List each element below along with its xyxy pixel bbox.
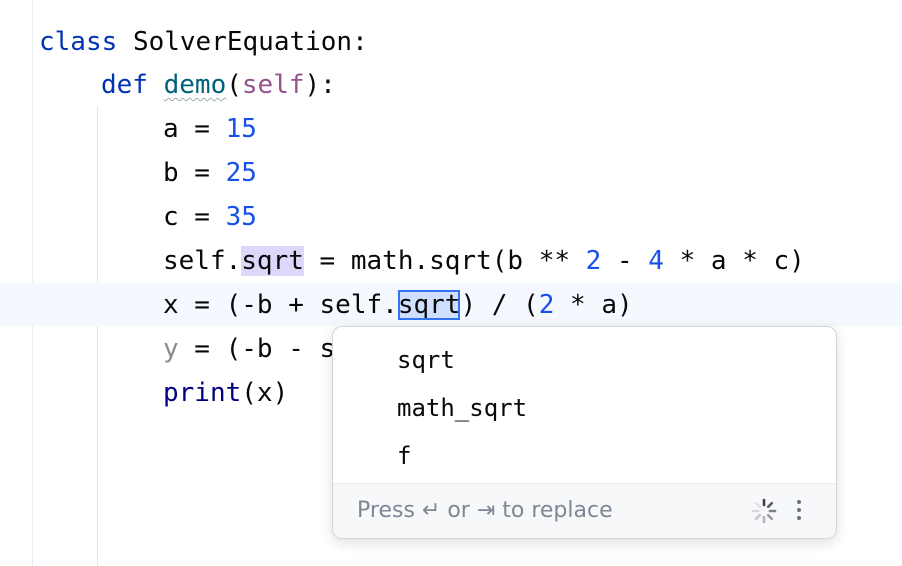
code-line-4[interactable]: b = 25 (163, 158, 257, 188)
operator: = (178, 202, 226, 232)
code-text: x = (-b + self. (163, 290, 398, 320)
keyword: def (101, 70, 148, 100)
operator: = (178, 158, 226, 188)
class-name: SolverEquation (132, 27, 353, 57)
variable: c (163, 202, 179, 232)
paren-close: ): (304, 70, 336, 100)
popup-footer: Press ↵ or ⇥ to replace (333, 483, 836, 538)
code-line-3[interactable]: a = 15 (163, 114, 257, 144)
rename-suggestions-popup: sqrt math_sqrt f Press ↵ or ⇥ to replace (332, 326, 837, 539)
code-text: self. (163, 246, 242, 276)
number: 2 (585, 246, 602, 276)
code-text: * a * c) (663, 246, 805, 276)
unused-variable: y (163, 334, 179, 364)
code-text: (x) (241, 378, 289, 408)
loading-spinner-icon (751, 498, 777, 524)
suggestion-item[interactable]: sqrt (397, 340, 455, 380)
variable: a (163, 114, 179, 144)
code-text: - (601, 246, 649, 276)
code-line-5[interactable]: c = 35 (163, 202, 257, 232)
suggestion-item[interactable]: math_sqrt (397, 388, 527, 428)
code-line-9[interactable]: print(x) (163, 378, 288, 408)
variable: b (163, 158, 179, 188)
operator: = (178, 114, 226, 144)
colon: : (352, 27, 368, 57)
code-line-2[interactable]: def demo(self): (101, 70, 336, 100)
builtin-function: print (163, 378, 242, 408)
replace-hint: Press ↵ or ⇥ to replace (357, 498, 613, 523)
code-line-6[interactable]: self.sqrt = math.sqrt(b ** 2 - 4 * a * c… (163, 246, 805, 276)
vertical-dots-icon[interactable] (792, 496, 806, 526)
number: 35 (225, 202, 257, 232)
paren-open: ( (226, 70, 242, 100)
code-text: * a) (554, 290, 633, 320)
code-line-7[interactable]: x = (-b + self.sqrt) / (2 * a) (163, 290, 633, 320)
code-text: = math.sqrt(b ** (303, 246, 586, 276)
suggestion-item[interactable]: f (397, 436, 411, 476)
number: 15 (225, 114, 257, 144)
rename-selection[interactable]: sqrt (397, 290, 461, 320)
keyword: class (39, 27, 118, 57)
code-line-1[interactable]: class SolverEquation: (39, 27, 368, 57)
code-line-8[interactable]: y = (-b - s (163, 334, 335, 364)
indent-guide (97, 106, 98, 566)
number: 4 (648, 246, 664, 276)
function-name: demo (163, 70, 227, 100)
code-text: = (-b - s (178, 334, 336, 364)
code-text: ) / ( (460, 290, 539, 320)
number: 2 (538, 290, 555, 320)
usage-highlight: sqrt (241, 246, 304, 276)
self-param: self (241, 70, 305, 100)
number: 25 (225, 158, 257, 188)
